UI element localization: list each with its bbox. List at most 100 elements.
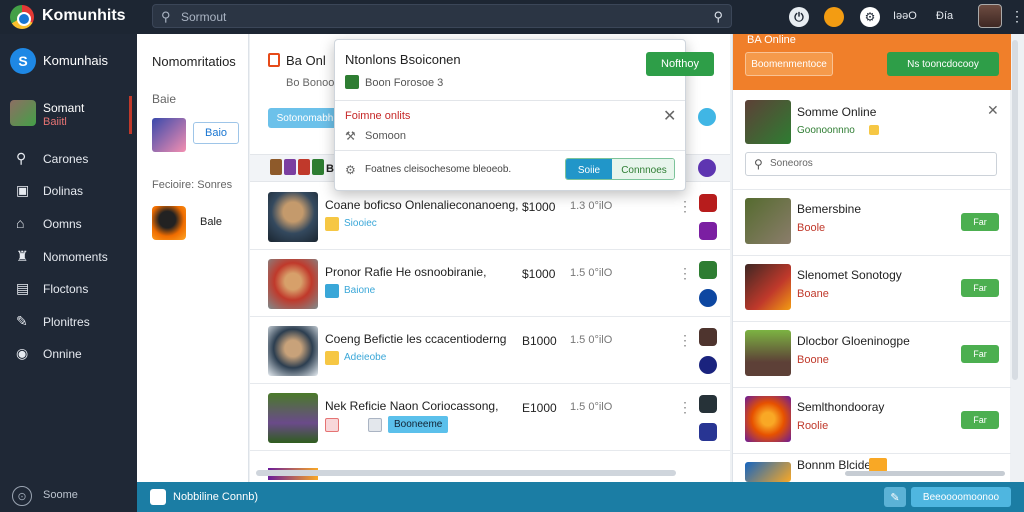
- list-item[interactable]: Slenomet Sonotogy Boane Far: [733, 256, 1011, 322]
- action-icon[interactable]: [699, 222, 717, 240]
- primary-button[interactable]: Ns tooncdocooy: [887, 52, 999, 76]
- segment-button-b[interactable]: Connnoes: [612, 159, 674, 179]
- bottom-action-button[interactable]: Beeoooomoonoo: [911, 487, 1011, 507]
- sidebar-item-onnine[interactable]: ◉ Onnine: [0, 339, 137, 367]
- badge-icon: [325, 217, 339, 231]
- search-placeholder: Sormout: [181, 10, 227, 24]
- app-title: Komunhits: [42, 7, 126, 24]
- category-chip[interactable]: [270, 159, 282, 175]
- badge-icon: [869, 125, 879, 135]
- play-button[interactable]: Far: [961, 345, 999, 363]
- sidebar-item-oomns[interactable]: ⌂ Oomns: [0, 209, 137, 237]
- settings-icon[interactable]: ⚙: [860, 7, 880, 27]
- popup-footer-text: Foatnes cleisochesome bleoeob.: [365, 164, 512, 175]
- tool-icon: ⚒: [345, 129, 356, 143]
- play-button[interactable]: Far: [961, 411, 999, 429]
- globe-icon: ◉: [16, 345, 29, 361]
- list-item[interactable]: Semlthondooray Roolie Far: [733, 388, 1011, 454]
- game-thumbnail: [745, 396, 791, 442]
- play-button[interactable]: Far: [961, 279, 999, 297]
- action-icon[interactable]: [699, 194, 717, 212]
- list-item[interactable]: Bemersbine Boole Far: [733, 190, 1011, 256]
- search-input[interactable]: ⚲ Soneoros: [745, 152, 997, 176]
- user-avatar[interactable]: [978, 4, 1002, 28]
- sidebar-item-label: Onnine: [43, 347, 82, 361]
- search-input[interactable]: ⚲ Sormout ⚲: [152, 4, 732, 28]
- info-icon[interactable]: [698, 108, 716, 126]
- action-icon[interactable]: [699, 395, 717, 413]
- row-price: $1000: [522, 267, 556, 281]
- table-row[interactable]: Coeng Befictie les ccacentioderng Adeieo…: [250, 318, 730, 384]
- section-heading: Fecioire: Sonres: [152, 179, 233, 191]
- sidebar-brand: Komunhais: [43, 53, 109, 68]
- action-icon[interactable]: [699, 328, 717, 346]
- action-icon[interactable]: [699, 423, 717, 441]
- row-tag[interactable]: Booneeme: [388, 416, 449, 433]
- app-logo-icon[interactable]: [10, 5, 34, 29]
- row-sub: Siooiec: [344, 218, 377, 229]
- tools-menu[interactable]: Ðía: [936, 10, 953, 22]
- action-icon[interactable]: [699, 289, 717, 307]
- primary-button[interactable]: Nofthoy: [646, 52, 714, 76]
- search-submit-icon[interactable]: ⚲: [713, 9, 723, 25]
- sidebar-user[interactable]: Somant Baiitl: [0, 96, 132, 134]
- popup-field[interactable]: Somoon: [365, 130, 406, 142]
- segment-button-a[interactable]: Soiie: [566, 159, 612, 179]
- notes-icon: ✎: [16, 313, 28, 329]
- game-thumbnail[interactable]: [152, 118, 186, 152]
- sidebar-item-label: Nomoments: [43, 250, 108, 264]
- secondary-button[interactable]: Boomenmentoce: [745, 52, 833, 76]
- row-price: $1000: [522, 200, 556, 214]
- more-options-icon[interactable]: ⋮: [678, 265, 692, 282]
- brand-icon: S: [10, 48, 36, 74]
- chat-icon[interactable]: [150, 489, 166, 505]
- vertical-scrollbar[interactable]: [1012, 40, 1018, 380]
- category-chip[interactable]: [298, 159, 310, 175]
- horizontal-scrollbar[interactable]: [256, 470, 676, 476]
- more-options-icon[interactable]: ⋮: [678, 198, 692, 215]
- bottom-status-bar: Nobbiline Connb) ✎ Beeoooomoonoo: [137, 482, 1024, 512]
- category-chip[interactable]: [284, 159, 296, 175]
- notification-icon[interactable]: [824, 7, 844, 27]
- table-row[interactable]: Pronor Rafie He osnoobiranie, Baione $10…: [250, 251, 730, 317]
- close-icon[interactable]: ✕: [663, 106, 676, 126]
- sidebar-item-dolinas[interactable]: ▣ Dolinas: [0, 176, 137, 204]
- check-icon: [345, 75, 359, 89]
- horizontal-scrollbar[interactable]: [845, 471, 1005, 476]
- more-options-icon[interactable]: ⋮: [678, 399, 692, 416]
- badge-icon: [325, 418, 339, 432]
- list-item[interactable]: Dlocbor Gloeninogpe Boone Far: [733, 322, 1011, 388]
- row-meta: 1.5 0°ilO: [570, 401, 613, 413]
- category-icon: [268, 53, 280, 67]
- sidebar-footer-link[interactable]: Soome: [43, 489, 78, 501]
- sidebar-item-nomoments[interactable]: ♜ Nomoments: [0, 242, 137, 270]
- game-label: Bale: [200, 216, 223, 228]
- card-title: Somme Online: [797, 105, 877, 119]
- row-title: Coane boficso Onlenalieconanoeng,: [325, 198, 519, 212]
- more-options-icon[interactable]: ⋮: [678, 332, 692, 349]
- language-selector[interactable]: IəəO: [893, 10, 917, 22]
- more-options-icon[interactable]: ⋮: [1010, 8, 1024, 25]
- sidebar-item-floctons[interactable]: ▤ Floctons: [0, 274, 137, 302]
- play-button[interactable]: Far: [961, 213, 999, 231]
- game-thumbnail[interactable]: [745, 100, 791, 144]
- action-icon[interactable]: [699, 261, 717, 279]
- sidebar-item-carones[interactable]: ⚲ Carones: [0, 144, 137, 172]
- help-icon[interactable]: ⊙: [12, 486, 32, 506]
- list-item[interactable]: Bonnm Blcides: [733, 454, 1011, 482]
- table-row[interactable]: Coane boficso Onlenalieconanoeng, Siooie…: [250, 184, 730, 250]
- game-thumbnail[interactable]: [152, 206, 186, 240]
- home-icon: ⌂: [16, 215, 25, 231]
- item-title: Semlthondooray: [797, 400, 885, 414]
- row-title: Coeng Befictie les ccacentioderng: [325, 332, 507, 346]
- action-icon[interactable]: [699, 356, 717, 374]
- category-chip[interactable]: [312, 159, 324, 175]
- baio-button[interactable]: Baio: [193, 122, 239, 144]
- table-row[interactable]: Nek Reficie Naon Coriocassong, Booneeme …: [250, 385, 730, 451]
- sidebar-item-plonitres[interactable]: ✎ Plonitres: [0, 307, 137, 335]
- close-icon[interactable]: ✕: [987, 102, 999, 119]
- strip-action-icon[interactable]: [698, 159, 716, 177]
- filter-tab[interactable]: Sotonomabh: [268, 108, 342, 128]
- edit-icon[interactable]: ✎: [884, 487, 906, 507]
- power-icon[interactable]: ⏻: [789, 7, 809, 27]
